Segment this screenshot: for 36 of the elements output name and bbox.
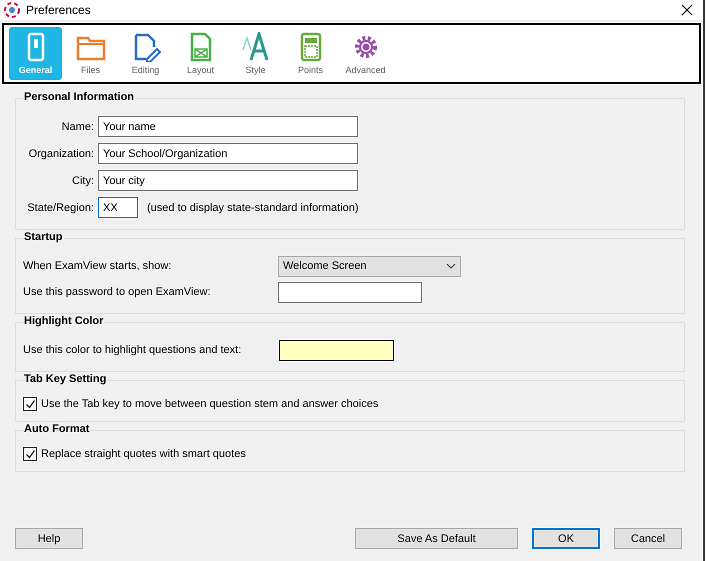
field-label: Name: [60, 120, 94, 132]
close-icon[interactable] [681, 4, 693, 16]
ok-button[interactable]: OK [532, 528, 600, 549]
toolbar-tab[interactable]: Editing [119, 27, 172, 80]
help-button[interactable]: Help [15, 528, 83, 549]
chevron-down-icon [446, 263, 456, 269]
window-title: Preferences [26, 3, 92, 17]
text-field[interactable]: XX [98, 197, 138, 218]
hint-text: (used to display state-standard information) [147, 202, 359, 214]
field-label: When ExamView starts, show: [23, 260, 172, 272]
group-title: Startup [23, 231, 64, 243]
field-label: Use this password to open ExamView: [23, 286, 212, 298]
text-field[interactable]: Your city [98, 170, 358, 191]
toolbar-tab[interactable]: Style [229, 27, 282, 80]
toolbar-tab[interactable]: Files [64, 27, 117, 80]
color-swatch[interactable] [279, 340, 394, 360]
app-logo-icon [4, 2, 20, 18]
password-field[interactable] [278, 282, 422, 302]
toolbar-tab[interactable]: Points [284, 27, 337, 80]
checkbox[interactable] [23, 397, 37, 411]
save-as-default-button[interactable]: Save As Default [355, 528, 518, 549]
text-field[interactable]: Your School/Organization [98, 143, 358, 164]
group-title: Highlight Color [23, 315, 104, 327]
group-title: Personal Information [23, 91, 136, 103]
field-label: Use this color to highlight questions and text: [23, 344, 242, 356]
toolbar-tab[interactable]: Advanced [339, 27, 392, 80]
field-label: Organization: [28, 148, 94, 160]
text-field[interactable]: Your name [98, 116, 358, 137]
field-label: City: [71, 174, 94, 186]
toolbar-tab[interactable]: Layout [174, 27, 227, 80]
dropdown[interactable]: Welcome Screen [278, 256, 461, 276]
cancel-button[interactable]: Cancel [614, 528, 682, 549]
group-title: Auto Format [23, 423, 90, 435]
checkbox[interactable] [23, 447, 37, 461]
field-label: State/Region: [26, 202, 94, 214]
group-title: Tab Key Setting [23, 373, 108, 385]
